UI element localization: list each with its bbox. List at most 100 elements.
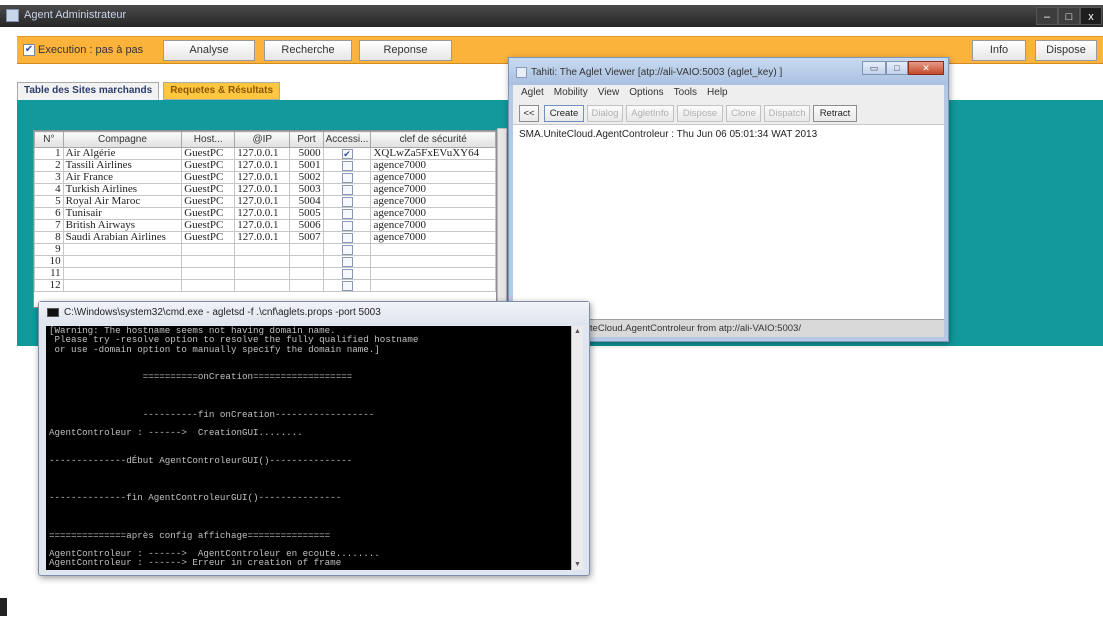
cell-port[interactable] bbox=[289, 267, 324, 280]
cell-accessible[interactable] bbox=[322, 171, 372, 184]
col-header-port[interactable]: Port bbox=[289, 131, 324, 148]
cell-host[interactable] bbox=[181, 255, 236, 268]
info-button[interactable]: Info bbox=[972, 40, 1026, 61]
tab-sites-marchands[interactable]: Table des Sites marchands bbox=[17, 82, 160, 100]
accessible-checkbox[interactable] bbox=[341, 184, 353, 195]
cell-ip[interactable]: 127.0.0.1 bbox=[234, 207, 291, 220]
cell-security-key[interactable]: agence7000 bbox=[370, 207, 496, 220]
cell-compagne[interactable] bbox=[62, 255, 183, 268]
cell-number[interactable]: 7 bbox=[34, 219, 64, 232]
cell-number[interactable]: 3 bbox=[34, 171, 64, 184]
cell-accessible[interactable] bbox=[322, 183, 372, 196]
cell-number[interactable]: 11 bbox=[34, 267, 64, 280]
menu-options[interactable]: Options bbox=[629, 85, 663, 101]
cell-ip[interactable]: 127.0.0.1 bbox=[234, 183, 291, 196]
scroll-down-icon[interactable]: ▼ bbox=[572, 559, 583, 570]
cell-accessible[interactable] bbox=[322, 267, 372, 280]
cell-accessible[interactable] bbox=[322, 195, 372, 208]
table-row[interactable]: 8 Saudi Arabian Airlines GuestPC 127.0.0.1 5… bbox=[34, 231, 496, 244]
cell-number[interactable]: 10 bbox=[34, 255, 64, 268]
cell-security-key[interactable]: agence7000 bbox=[370, 183, 496, 196]
cell-accessible[interactable] bbox=[322, 279, 372, 292]
cell-accessible[interactable]: ✔ bbox=[322, 147, 372, 160]
collapse-button[interactable]: << bbox=[519, 105, 539, 122]
cell-compagne[interactable]: British Airways bbox=[62, 219, 183, 232]
table-row[interactable]: 9 bbox=[34, 243, 496, 256]
cell-accessible[interactable] bbox=[322, 159, 372, 172]
execution-step-checkbox[interactable]: ✔ Execution : pas à pas bbox=[23, 44, 143, 56]
cell-compagne[interactable]: Saudi Arabian Airlines bbox=[62, 231, 183, 244]
accessible-checkbox[interactable] bbox=[341, 172, 353, 183]
cell-ip[interactable] bbox=[234, 255, 291, 268]
dialog-button[interactable]: Dialog bbox=[587, 105, 623, 122]
cell-host[interactable]: GuestPC bbox=[181, 219, 236, 232]
col-header-security-key[interactable]: clef de sécurité bbox=[370, 131, 496, 148]
accessible-checkbox[interactable] bbox=[341, 280, 353, 291]
table-row[interactable]: 10 bbox=[34, 255, 496, 268]
cell-compagne[interactable] bbox=[62, 267, 183, 280]
accessible-checkbox[interactable] bbox=[341, 268, 353, 279]
col-header-host[interactable]: Host... bbox=[181, 131, 236, 148]
cell-accessible[interactable] bbox=[322, 207, 372, 220]
cell-ip[interactable] bbox=[234, 267, 291, 280]
cell-host[interactable]: GuestPC bbox=[181, 231, 236, 244]
cell-ip[interactable]: 127.0.0.1 bbox=[234, 171, 291, 184]
col-header-compagne[interactable]: Compagne bbox=[62, 131, 183, 148]
cell-port[interactable] bbox=[289, 255, 324, 268]
cell-compagne[interactable]: Tunisair bbox=[62, 207, 183, 220]
cell-port[interactable]: 5003 bbox=[289, 183, 324, 196]
cell-compagne[interactable]: Tassili Airlines bbox=[62, 159, 183, 172]
cell-ip[interactable]: 127.0.0.1 bbox=[234, 147, 291, 160]
table-row[interactable]: 2 Tassili Airlines GuestPC 127.0.0.1 5001 age… bbox=[34, 159, 496, 172]
menu-tools[interactable]: Tools bbox=[674, 85, 697, 101]
aglet-viewer-titlebar[interactable]: Tahiti: The Aglet Viewer [atp://ali-VAIO… bbox=[509, 58, 948, 85]
cell-host[interactable]: GuestPC bbox=[181, 195, 236, 208]
accessible-checkbox[interactable]: ✔ bbox=[341, 148, 353, 159]
table-row[interactable]: 11 bbox=[34, 267, 496, 280]
cell-security-key[interactable]: agence7000 bbox=[370, 195, 496, 208]
cell-accessible[interactable] bbox=[322, 243, 372, 256]
scroll-up-icon[interactable]: ▲ bbox=[572, 326, 583, 337]
cell-port[interactable]: 5005 bbox=[289, 207, 324, 220]
table-row[interactable]: 1 Air Algérie GuestPC 127.0.0.1 5000 ✔ XQLwZa5… bbox=[34, 147, 496, 160]
col-header-number[interactable]: N° bbox=[34, 131, 64, 148]
cell-security-key[interactable] bbox=[370, 243, 496, 256]
aglet-list-item[interactable]: SMA.UniteCloud.AgentControleur : Thu Jun… bbox=[519, 129, 938, 140]
aglet-dispose-button[interactable]: Dispose bbox=[677, 105, 723, 122]
cell-port[interactable]: 5007 bbox=[289, 231, 324, 244]
cell-port[interactable]: 5002 bbox=[289, 171, 324, 184]
cell-number[interactable]: 1 bbox=[34, 147, 64, 160]
minimize-button[interactable]: – bbox=[1036, 7, 1058, 25]
clone-button[interactable]: Clone bbox=[726, 105, 761, 122]
cmd-console[interactable]: [Warning: The hostname seems not having … bbox=[46, 326, 571, 570]
accessible-checkbox[interactable] bbox=[341, 256, 353, 267]
cell-port[interactable]: 5000 bbox=[289, 147, 324, 160]
cell-host[interactable]: GuestPC bbox=[181, 183, 236, 196]
dispose-button[interactable]: Dispose bbox=[1035, 40, 1097, 61]
col-header-accessible[interactable]: Accessi... bbox=[322, 131, 372, 148]
aglet-close-button[interactable]: ✕ bbox=[908, 61, 944, 75]
cell-ip[interactable]: 127.0.0.1 bbox=[234, 231, 291, 244]
col-header-ip[interactable]: @IP bbox=[234, 131, 291, 148]
cell-security-key[interactable]: agence7000 bbox=[370, 219, 496, 232]
cell-accessible[interactable] bbox=[322, 219, 372, 232]
cell-security-key[interactable]: agence7000 bbox=[370, 171, 496, 184]
cell-compagne[interactable]: Air France bbox=[62, 171, 183, 184]
menu-view[interactable]: View bbox=[598, 85, 620, 101]
cell-number[interactable]: 12 bbox=[34, 279, 64, 292]
accessible-checkbox[interactable] bbox=[341, 196, 353, 207]
cell-security-key[interactable] bbox=[370, 279, 496, 292]
cell-host[interactable]: GuestPC bbox=[181, 147, 236, 160]
cell-ip[interactable]: 127.0.0.1 bbox=[234, 195, 291, 208]
cell-ip[interactable]: 127.0.0.1 bbox=[234, 159, 291, 172]
accessible-checkbox[interactable] bbox=[341, 160, 353, 171]
cell-number[interactable]: 9 bbox=[34, 243, 64, 256]
create-button[interactable]: Create bbox=[544, 105, 584, 122]
cell-security-key[interactable] bbox=[370, 267, 496, 280]
maximize-button[interactable]: □ bbox=[1058, 7, 1080, 25]
cell-ip[interactable] bbox=[234, 279, 291, 292]
cell-host[interactable]: GuestPC bbox=[181, 171, 236, 184]
cell-number[interactable]: 5 bbox=[34, 195, 64, 208]
table-row[interactable]: 6 Tunisair GuestPC 127.0.0.1 5005 agence7000 bbox=[34, 207, 496, 220]
cell-number[interactable]: 6 bbox=[34, 207, 64, 220]
